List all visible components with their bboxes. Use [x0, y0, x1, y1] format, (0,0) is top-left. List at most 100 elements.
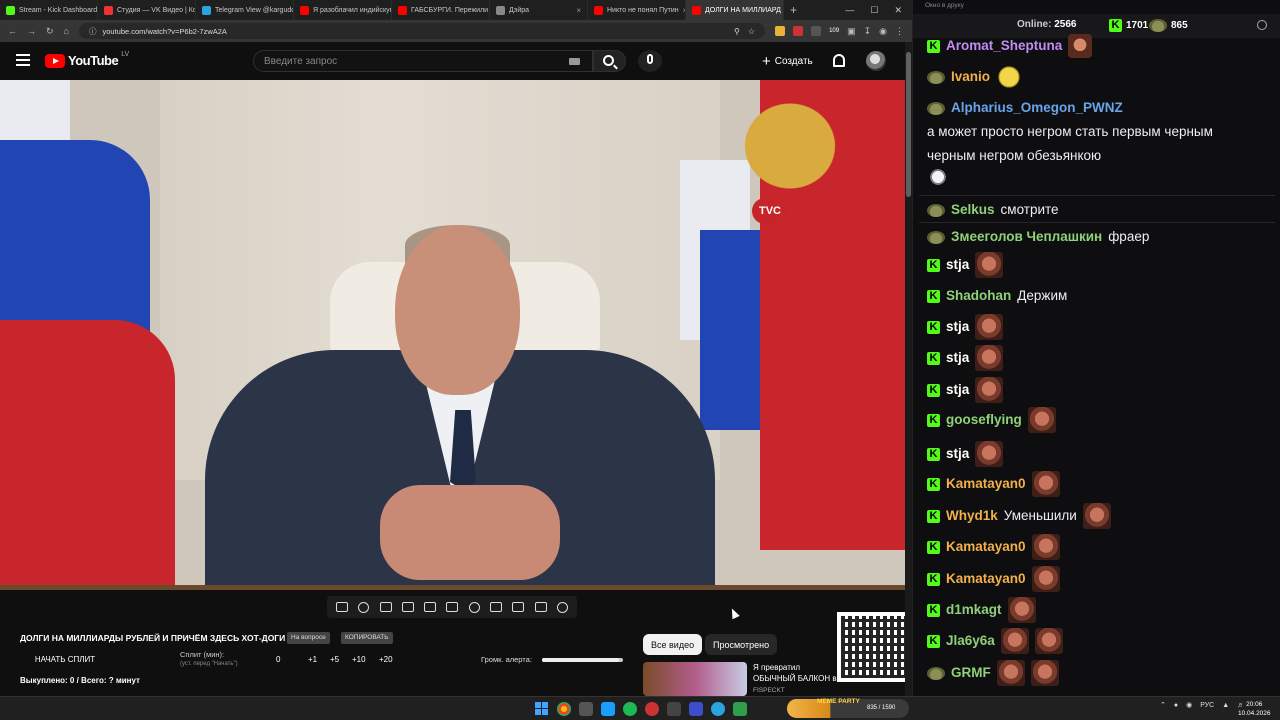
theater-icon[interactable]	[446, 602, 459, 612]
chat-username[interactable]: GRMF	[951, 661, 991, 685]
search-button[interactable]	[593, 50, 626, 72]
flask-icon[interactable]	[534, 602, 547, 612]
loop-icon[interactable]	[336, 602, 349, 612]
browser-tab[interactable]: Я разоблачил индийскую×	[294, 0, 392, 20]
chevron-up-icon[interactable]: ⌃	[1160, 701, 1166, 709]
chat-username[interactable]: Selkus	[951, 198, 995, 222]
chat-username[interactable]: d1mkagt	[946, 598, 1002, 622]
network-icon[interactable]: ◉	[1186, 701, 1192, 709]
app-icon[interactable]	[667, 702, 681, 716]
film-icon[interactable]	[401, 602, 414, 612]
kebab-menu-icon[interactable]: ⋮	[895, 26, 904, 37]
steam-icon[interactable]	[601, 702, 615, 716]
profile-icon[interactable]: ◉	[879, 26, 887, 37]
chat-username[interactable]: Ivanio	[951, 65, 990, 89]
recommended-video-channel[interactable]: FISPECKT	[753, 687, 785, 694]
chat-username[interactable]: stja	[946, 346, 969, 370]
chat-username[interactable]: Shadohan	[946, 284, 1011, 308]
meme-party-widget[interactable]: MEME PARTY 835 / 1590	[787, 698, 909, 718]
add-image-icon[interactable]	[489, 602, 502, 612]
mic-tray-icon[interactable]: ●	[1174, 702, 1178, 709]
reload-icon[interactable]: ↻	[46, 26, 54, 37]
chat-username[interactable]: Kamatayan0	[946, 535, 1026, 559]
app-icon[interactable]	[579, 702, 593, 716]
close-icon[interactable]: ✕	[894, 5, 902, 16]
app-icon[interactable]	[733, 702, 747, 716]
order-tag[interactable]: На вопросе	[287, 632, 330, 644]
recommended-video-title[interactable]: Я превратил ОБЫЧНЫЙ БАЛКОН в ГЕЙМЕРСКИЙ	[753, 662, 839, 684]
browser-tab[interactable]: Дэйра ×	[490, 0, 588, 20]
download-icon[interactable]: ↧	[864, 26, 872, 37]
start-split-button[interactable]: НАЧАТЬ СПЛИТ	[20, 652, 110, 667]
scrollbar-thumb[interactable]	[906, 52, 911, 197]
split-button-plus10[interactable]: +10	[352, 655, 366, 664]
pip-icon[interactable]	[424, 602, 437, 612]
chat-username[interactable]: Jla6y6a	[946, 629, 995, 653]
chat-username[interactable]: stja	[946, 442, 969, 466]
chip-watched[interactable]: Просмотрено	[705, 634, 778, 655]
copy-tag[interactable]: КОПИРОВАТЬ	[341, 632, 393, 644]
browser-tab[interactable]: ДОЛГИ НА МИЛЛИАРД×	[686, 0, 784, 20]
split-button-plus20[interactable]: +20	[379, 655, 393, 664]
extension-icon[interactable]	[793, 26, 804, 36]
chat-username[interactable]: Whyd1k	[946, 504, 998, 528]
tab-close-icon[interactable]: ×	[576, 6, 581, 15]
notifications-bell-icon[interactable]	[833, 54, 845, 67]
alert-volume-slider[interactable]	[542, 658, 623, 662]
search-input[interactable]: Введите запрос	[253, 50, 593, 72]
extension-icon[interactable]	[811, 26, 822, 36]
speed-icon[interactable]	[468, 601, 480, 613]
youtube-logo[interactable]: YouTube LV	[45, 51, 129, 68]
chat-username[interactable]: Kamatayan0	[946, 567, 1026, 591]
chat-username[interactable]: stja	[946, 253, 969, 277]
extension-icon[interactable]	[775, 26, 786, 36]
browser-tab[interactable]: Stream - Kick Dashboard×	[0, 0, 98, 20]
chat-username[interactable]: stja	[946, 315, 969, 339]
chat-username[interactable]: Kamatayan0	[946, 472, 1026, 496]
screenshot-icon[interactable]	[512, 602, 525, 612]
chip-all-videos[interactable]: Все видео	[643, 634, 703, 655]
new-tab-button[interactable]: +	[784, 3, 803, 17]
browser-tab[interactable]: Никто не понял Путин×	[588, 0, 686, 20]
hamburger-menu-icon[interactable]	[16, 54, 30, 66]
puzzle-icon[interactable]: ▣	[847, 26, 856, 37]
zoom-icon[interactable]: ⚲	[734, 27, 740, 36]
browser-tab[interactable]: Telegram View @kargudo×	[196, 0, 294, 20]
keyboard-icon[interactable]	[569, 58, 580, 65]
telegram-icon[interactable]	[711, 702, 725, 716]
voice-search-button[interactable]	[638, 50, 662, 72]
windows-start-icon[interactable]	[535, 702, 548, 715]
chat-username[interactable]: Змееголов Чеплашкин	[951, 225, 1102, 249]
app-icon[interactable]	[645, 702, 659, 716]
account-avatar[interactable]	[866, 51, 886, 71]
recommended-video-thumbnail[interactable]	[643, 662, 747, 696]
create-button[interactable]: + Создать	[756, 51, 819, 71]
chat-settings-icon[interactable]	[1257, 20, 1267, 30]
media-player-icon[interactable]	[689, 702, 703, 716]
taskbar-clock[interactable]: 20:06 10.04.2026	[1238, 700, 1271, 718]
minimize-icon[interactable]: —	[845, 5, 854, 16]
wifi-icon[interactable]: ▲	[1222, 702, 1229, 709]
site-info-icon[interactable]: ⓘ	[89, 26, 97, 37]
gear-icon[interactable]	[556, 601, 568, 613]
split-button-0[interactable]: 0	[276, 655, 280, 664]
page-scrollbar[interactable]	[905, 42, 912, 696]
video-player[interactable]: TVC	[0, 80, 905, 590]
forward-icon[interactable]: →	[27, 26, 36, 36]
home-icon[interactable]: ⌂	[64, 26, 69, 36]
chrome-icon[interactable]	[557, 702, 571, 716]
maximize-icon[interactable]: ☐	[870, 5, 878, 16]
spotify-icon[interactable]	[623, 702, 637, 716]
audio-icon[interactable]	[358, 601, 370, 613]
split-button-plus1[interactable]: +1	[308, 655, 317, 664]
camera-icon[interactable]	[379, 602, 392, 612]
split-button-plus5[interactable]: +5	[330, 655, 339, 664]
browser-tab[interactable]: Студия — VK Видео | Кон×	[98, 0, 196, 20]
chat-username[interactable]: stja	[946, 378, 969, 402]
chat-username[interactable]: Alpharius_Omegon_PWNZ	[951, 96, 1123, 120]
language-indicator[interactable]: РУС	[1200, 702, 1214, 709]
chat-username[interactable]: Aromat_Sheptuna	[946, 34, 1062, 58]
browser-tab[interactable]: ГАБСБУРГИ. Пережили×	[392, 0, 490, 20]
back-icon[interactable]: ←	[8, 26, 17, 36]
address-bar[interactable]: ⓘ youtube.com/watch?v=P6b2-7zwA2A ⚲ ☆	[78, 23, 766, 39]
